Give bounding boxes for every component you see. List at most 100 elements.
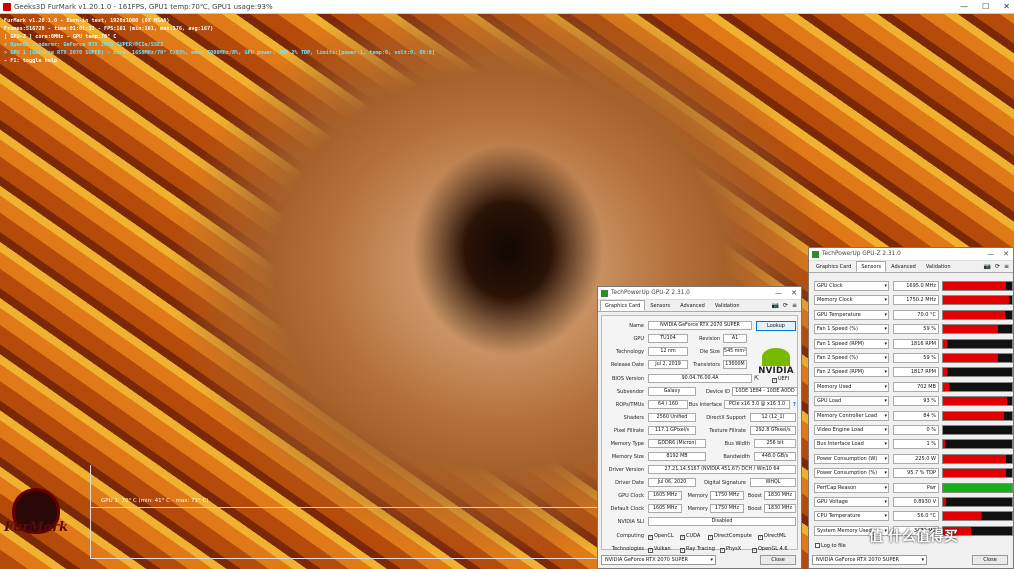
sensor-name[interactable]: GPU Clock — [814, 281, 889, 291]
gpu-memory-label: Memory — [687, 493, 708, 499]
sensor-name[interactable]: Power Consumption (W) — [814, 453, 889, 464]
sensor-row: CPU Temperature 56.0 °C — [814, 509, 1013, 522]
sensor-name[interactable]: Memory Controller Load — [814, 410, 889, 421]
directx-label: DirectX Support — [706, 415, 746, 421]
sensor-name[interactable]: CPU Temperature — [814, 511, 889, 522]
tab-validation[interactable]: Validation — [921, 261, 956, 272]
sensor-graph — [942, 410, 1013, 421]
menu-icon[interactable]: ≡ — [792, 302, 797, 309]
sensor-name[interactable]: GPU Load — [814, 396, 889, 407]
tab-sensors[interactable]: Sensors — [856, 261, 887, 272]
vulkan-check: ✓Vulkan — [648, 546, 671, 553]
default-boost-label: Boost — [747, 506, 762, 512]
sensor-name[interactable]: Power Consumption (%) — [814, 468, 889, 479]
technologies-label: Technologies — [611, 546, 644, 552]
memory-size-label: Memory Size — [611, 454, 644, 460]
sensor-value: 1816 RPM — [893, 338, 939, 349]
tab-graphics-card[interactable]: Graphics Card — [600, 300, 646, 311]
menu-icon[interactable]: ≡ — [1004, 263, 1009, 270]
rops-label: ROPs/TMUs — [615, 402, 644, 408]
sensor-row: GPU Load 93 % — [814, 394, 1013, 407]
sensor-value: 84 % — [893, 410, 939, 421]
sensor-name[interactable]: Bus Interface Load — [814, 439, 889, 450]
bus-interface-value: PCIe x16 3.0 @ x16 3.0 — [724, 400, 790, 409]
sensor-value: 1 % — [893, 439, 939, 450]
sensor-row: GPU Voltage 0.8930 V — [814, 495, 1013, 508]
die-size-label: Die Size — [699, 349, 720, 355]
name-label: Name — [629, 323, 644, 329]
memory-size-value: 8192 MB — [648, 452, 706, 461]
texture-fillrate-label: Texture Fillrate — [709, 428, 746, 434]
sensor-graph — [942, 497, 1013, 507]
sensor-graph — [942, 324, 1013, 335]
bus-help-icon[interactable]: ? — [793, 400, 796, 410]
gpuz-app-icon — [601, 290, 608, 297]
sensor-name[interactable]: Memory Clock — [814, 295, 889, 306]
sensor-value: 70.0 °C — [893, 309, 939, 320]
tab-sensors[interactable]: Sensors — [645, 300, 675, 311]
camera-icon[interactable]: 📷 — [983, 263, 990, 270]
sensor-name[interactable]: PerfCap Reason — [814, 482, 889, 493]
refresh-icon[interactable]: ⟳ — [995, 263, 1000, 270]
sensor-graph-fill — [943, 339, 948, 348]
sensor-graph-fill — [943, 325, 999, 334]
sensor-name[interactable]: Fan 1 Speed (%) — [814, 324, 889, 335]
bandwidth-value: 448.0 GB/s — [754, 452, 796, 461]
refresh-icon[interactable]: ⟳ — [783, 302, 788, 309]
sensor-graph-fill — [943, 354, 999, 362]
sensor-value: 56.0 °C — [893, 511, 939, 522]
gpuz-card-titlebar: TechPowerUp GPU-Z 2.31.0 — ✕ — [598, 287, 801, 300]
temperature-graph: GPU 1: 70° C (min: 41° C - max: 71° C) — [90, 465, 597, 559]
sensor-value: Pwr — [893, 482, 939, 493]
gpuz-app-icon — [812, 251, 819, 258]
sensor-value: 1750.2 MHz — [893, 295, 939, 306]
sensor-graph-fill — [943, 296, 1009, 305]
tab-validation[interactable]: Validation — [710, 300, 745, 311]
close-button[interactable]: Close — [760, 555, 796, 565]
sensor-value: 0.8930 V — [893, 497, 939, 507]
minimize-icon[interactable]: — — [987, 248, 994, 261]
directx-value: 12 (12_1) — [750, 413, 796, 422]
tab-advanced[interactable]: Advanced — [675, 300, 710, 311]
sensor-name[interactable]: GPU Voltage — [814, 497, 889, 507]
minimize-icon[interactable]: — — [775, 287, 782, 300]
close-icon[interactable]: ✕ — [791, 287, 797, 300]
sensor-graph — [942, 381, 1013, 392]
physx-check: ✓PhysX — [720, 546, 742, 553]
sensor-name[interactable]: Fan 2 Speed (%) — [814, 353, 889, 363]
gpu-select[interactable]: NVIDIA GeForce RTX 2070 SUPER — [812, 555, 927, 565]
close-button[interactable]: Close — [972, 555, 1008, 565]
driver-version-value: 27.21.14.5167 (NVIDIA 451.67) DCH / Win1… — [648, 465, 796, 474]
driver-date-value: Jul 06, 2020 — [648, 478, 696, 487]
gpu-clock-label: GPU Clock — [618, 493, 644, 499]
sensor-graph — [942, 453, 1013, 464]
hud-line: > GPU 1 (GeForce RTX 2070 SUPER) - core:… — [4, 50, 435, 56]
sensor-graph — [942, 439, 1013, 450]
camera-icon[interactable]: 📷 — [771, 302, 778, 309]
opengl-check: ✓OpenGL 4.6 — [752, 546, 788, 553]
rops-value: 64 / 160 — [648, 400, 688, 409]
share-icon[interactable]: ⇱ — [754, 374, 759, 384]
tab-advanced[interactable]: Advanced — [886, 261, 921, 272]
close-icon[interactable]: ✕ — [1003, 248, 1009, 261]
sensor-name[interactable]: Fan 2 Speed (RPM) — [814, 367, 889, 378]
sensor-row: Fan 2 Speed (%) 59 % — [814, 351, 1013, 364]
default-boost-value: 1830 MHz — [764, 504, 796, 513]
directcompute-check: ✓DirectCompute — [708, 533, 752, 540]
tab-graphics-card[interactable]: Graphics Card — [811, 261, 856, 272]
sensor-name[interactable]: GPU Temperature — [814, 309, 889, 320]
gpu-label: GPU — [633, 336, 644, 342]
computing-row: Computing ✓OpenCL ✓CUDA ✓DirectCompute ✓… — [602, 531, 797, 541]
sensor-name[interactable]: Memory Used — [814, 381, 889, 392]
sensor-name[interactable]: Video Engine Load — [814, 425, 889, 435]
sensor-name[interactable]: Fan 1 Speed (RPM) — [814, 338, 889, 349]
log-to-file-checkbox[interactable]: Log to file — [815, 543, 846, 549]
close-icon[interactable]: ✕ — [1003, 0, 1010, 14]
sensor-value: 1817 RPM — [893, 367, 939, 378]
lookup-button[interactable]: Lookup — [756, 321, 796, 331]
gpu-select[interactable]: NVIDIA GeForce RTX 2070 SUPER — [601, 555, 716, 565]
maximize-icon[interactable]: ☐ — [982, 0, 989, 14]
bandwidth-label: Bandwidth — [723, 454, 750, 460]
sensor-row: Memory Clock 1750.2 MHz — [814, 293, 1013, 306]
minimize-icon[interactable]: — — [960, 0, 968, 14]
